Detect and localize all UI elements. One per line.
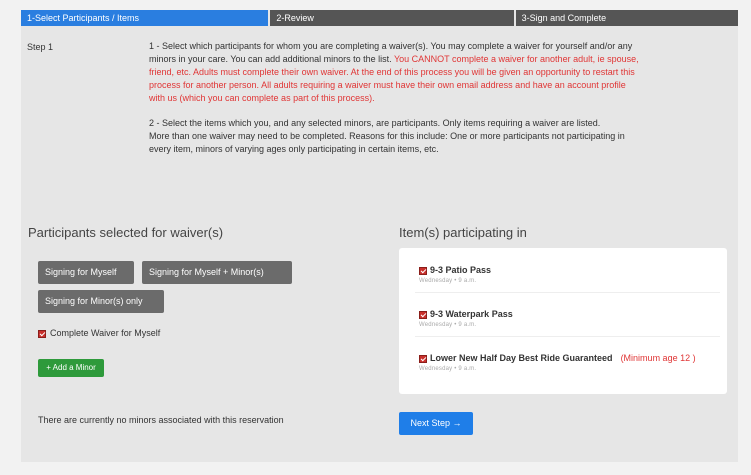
signing-myself-minor-button[interactable]: Signing for Myself + Minor(s): [142, 261, 292, 284]
complete-waiver-row: Complete Waiver for Myself: [38, 328, 160, 338]
no-minors-message: There are currently no minors associated…: [38, 415, 284, 425]
minimum-age-note: (Minimum age 12 ): [620, 353, 696, 363]
item-divider: [415, 336, 720, 337]
step-label: Step 1: [27, 42, 54, 52]
items-title: Item(s) participating in: [399, 225, 527, 240]
item-name: 9-3 Waterpark Pass: [430, 309, 513, 319]
tab-sign-complete[interactable]: 3-Sign and Complete: [515, 10, 739, 26]
signing-minor-only-button[interactable]: Signing for Minor(s) only: [38, 290, 164, 313]
add-minor-button[interactable]: + Add a Minor: [38, 359, 104, 377]
items-panel: 9-3 Patio Pass Wednesday • 9 a.m. 9-3 Wa…: [399, 248, 727, 394]
item-name: 9-3 Patio Pass: [430, 265, 492, 275]
next-step-button[interactable]: Next Step →: [399, 412, 473, 435]
instruction-paragraph-1: 1 - Select which participants for whom y…: [149, 40, 639, 105]
participants-title: Participants selected for waiver(s): [28, 225, 224, 240]
item-checkbox[interactable]: [419, 354, 427, 363]
item-checkbox[interactable]: [419, 310, 427, 319]
tab-review[interactable]: 2-Review: [270, 10, 514, 26]
wizard-tabs: 1-Select Participants / Items 2-Review 3…: [21, 10, 739, 26]
item-detail: Wednesday • 9 a.m.: [419, 322, 477, 328]
instruction-paragraph-2: 2 - Select the items which you, and any …: [149, 117, 639, 156]
tab-select-participants[interactable]: 1-Select Participants / Items: [21, 10, 269, 26]
item-row: 9-3 Patio Pass Wednesday • 9 a.m.: [419, 265, 491, 284]
item-checkbox[interactable]: [419, 266, 427, 275]
item-name: Lower New Half Day Best Ride Guaranteed: [430, 353, 613, 363]
instructions: 1 - Select which participants for whom y…: [149, 40, 639, 156]
complete-waiver-checkbox[interactable]: [38, 329, 46, 338]
item-detail: Wednesday • 9 a.m.: [419, 366, 477, 372]
item-divider: [415, 292, 720, 293]
item-row: 9-3 Waterpark Pass Wednesday • 9 a.m.: [419, 309, 513, 328]
signing-myself-button[interactable]: Signing for Myself: [38, 261, 134, 284]
item-detail: Wednesday • 9 a.m.: [419, 278, 477, 284]
instruction-text: 2 - Select the items which you, and any …: [149, 118, 601, 128]
instruction-text: More than one waiver may need to be comp…: [149, 131, 625, 154]
item-row: Lower New Half Day Best Ride Guaranteed (…: [419, 353, 696, 372]
participants-panel: Signing for Myself Signing for Myself + …: [28, 248, 373, 448]
complete-waiver-label: Complete Waiver for Myself: [50, 328, 161, 338]
waiver-wizard: 1-Select Participants / Items 2-Review 3…: [21, 10, 739, 462]
